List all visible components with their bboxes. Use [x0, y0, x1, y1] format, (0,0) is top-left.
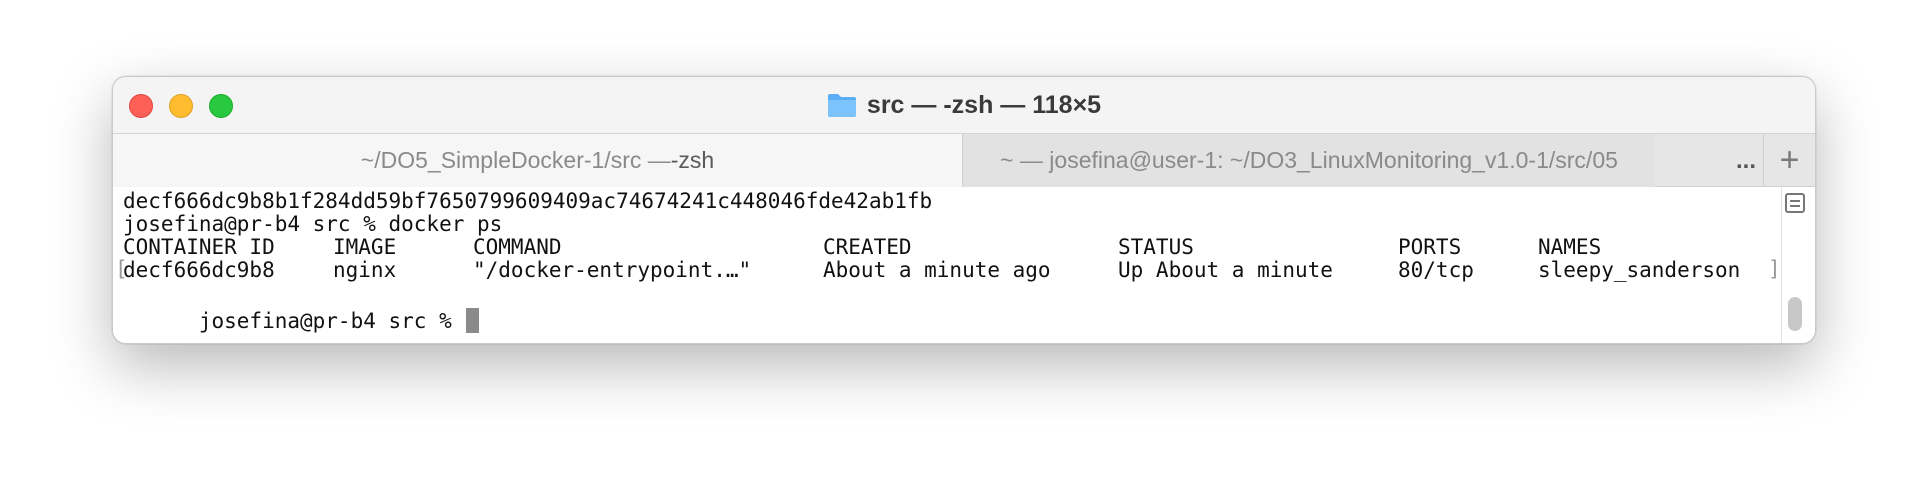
folder-icon — [827, 94, 856, 117]
scrollbar-thumb[interactable] — [1788, 297, 1802, 331]
tab-linuxmonitoring[interactable]: ~ — josefina@user-1: ~/DO3_LinuxMonitori… — [963, 134, 1655, 187]
title-bar: src — -zsh — 118×5 — [113, 77, 1815, 133]
scroll-marks-icon[interactable] — [1785, 193, 1805, 213]
terminal-window: src — -zsh — 118×5 ~/DO5_SimpleDocker-1/… — [112, 76, 1816, 344]
tab-bar: ~/DO5_SimpleDocker-1/src — -zsh ~ — jose… — [113, 133, 1815, 187]
cell-command: "/docker-entrypoint.…" — [473, 258, 752, 282]
tab-simpledocker[interactable]: ~/DO5_SimpleDocker-1/src — -zsh — [113, 134, 963, 187]
window-title: src — -zsh — 118×5 — [113, 91, 1815, 119]
cell-ports: 80/tcp — [1398, 258, 1474, 282]
prompt-line[interactable]: josefina@pr-b4 src % — [123, 279, 480, 333]
cell-created: About a minute ago — [823, 258, 1051, 282]
new-tab-button[interactable]: + — [1764, 134, 1815, 187]
cell-status: Up About a minute — [1118, 258, 1333, 282]
prompt-text: josefina@pr-b4 src % — [198, 309, 465, 333]
cell-names: sleepy_sanderson — [1538, 258, 1741, 282]
tab-label-command: -zsh — [670, 147, 715, 173]
tab-label: ~ — josefina@user-1: ~/DO3_LinuxMonitori… — [1000, 147, 1618, 173]
text-cursor — [466, 308, 480, 333]
tab-label: ~/DO5_SimpleDocker-1/src — — [360, 147, 671, 173]
mark-bracket-right: ] — [1768, 257, 1781, 281]
terminal-content[interactable]: decf666dc9b8b1f284dd59bf7650799609409ac7… — [113, 187, 1815, 343]
scrollbar-track — [1781, 187, 1782, 343]
window-title-text: src — -zsh — 118×5 — [866, 90, 1102, 119]
tab-overflow-button[interactable]: ... — [1726, 144, 1766, 178]
